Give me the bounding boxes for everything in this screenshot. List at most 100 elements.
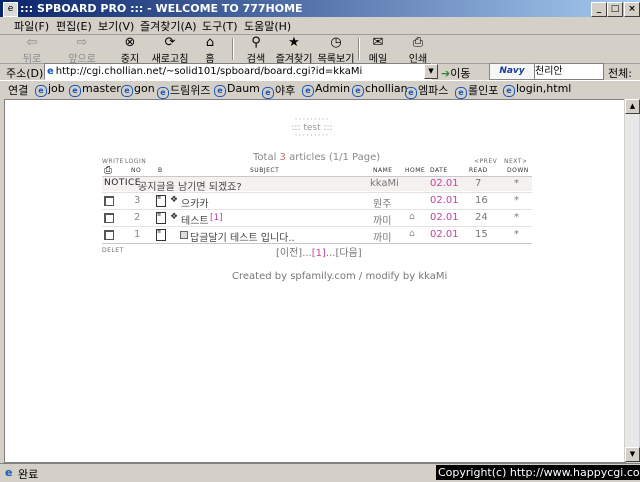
- row-divider: [102, 192, 532, 193]
- pagination: [이전]...[1]...[다음]: [276, 244, 362, 259]
- print-button[interactable]: ⎙ 인쇄: [394, 35, 442, 66]
- ie-page-icon: e: [35, 85, 47, 97]
- post-down: *: [514, 229, 519, 240]
- maximize-button[interactable]: □: [607, 2, 623, 17]
- prev-button[interactable]: <PREV: [474, 158, 497, 165]
- forward-button[interactable]: ⇨ 앞으로: [58, 35, 106, 66]
- homepage-icon[interactable]: ⌂: [409, 212, 415, 222]
- notice-author: kkaMi: [370, 178, 399, 189]
- menu-edit[interactable]: 편집(E): [56, 18, 92, 34]
- reply-icon: [180, 231, 188, 239]
- link-login-html[interactable]: e login,html: [503, 82, 571, 97]
- ie-page-icon: e: [121, 85, 133, 97]
- favorites-button[interactable]: ★ 즐겨찾기: [270, 36, 318, 66]
- post-author: 원주: [373, 199, 392, 210]
- ie-page-icon: e: [214, 85, 226, 97]
- row-select-checkbox[interactable]: [104, 213, 114, 223]
- post-subject-link[interactable]: 으카카: [181, 195, 209, 210]
- link-admin[interactable]: e Admin: [302, 82, 350, 97]
- ie-page-icon: e: [262, 87, 274, 99]
- post-bullet-icon: ❖: [170, 212, 179, 222]
- go-button[interactable]: ➔이동: [441, 65, 470, 81]
- scroll-down-button[interactable]: ▼: [625, 447, 640, 462]
- page-icon: e: [47, 66, 54, 77]
- comment-count: [1]: [210, 213, 223, 223]
- link-gon[interactable]: e gon: [121, 82, 155, 97]
- notice-date: 02.01: [430, 178, 459, 189]
- post-date: 02.01: [430, 212, 459, 223]
- row-divider: [102, 226, 532, 227]
- board-title-block: ········· ::: test ::: ·········: [288, 116, 336, 141]
- stop-icon: ⊗: [124, 35, 136, 50]
- navy-search-scope[interactable]: 전체:: [608, 65, 632, 81]
- col-date: DATE: [430, 167, 448, 174]
- history-button[interactable]: ◷ 목록보기: [312, 36, 360, 66]
- post-down: *: [514, 212, 519, 223]
- post-bullet-icon: ❖: [170, 195, 179, 205]
- ie-page-icon: e: [455, 87, 467, 99]
- ie-page-icon: e: [69, 85, 81, 97]
- minimize-button[interactable]: _: [591, 2, 607, 17]
- menu-favorites[interactable]: 즐겨찾기(A): [140, 18, 197, 34]
- delete-button[interactable]: DELET: [102, 247, 124, 254]
- post-date: 02.01: [430, 229, 459, 240]
- menu-tools[interactable]: 도구(T): [202, 18, 238, 34]
- row-no: 2: [134, 212, 141, 223]
- notice-down: *: [514, 178, 519, 189]
- pager-next-link[interactable]: ...[다음]: [326, 248, 362, 259]
- print-icon[interactable]: ⎙: [104, 165, 112, 176]
- refresh-icon: ⟳: [164, 35, 176, 50]
- window-title: ::: SPBOARD PRO ::: - WELCOME TO 777HOME: [20, 2, 303, 15]
- go-arrow-icon: ➔: [441, 67, 451, 80]
- ie-page-icon: e: [503, 85, 515, 97]
- address-bar: 주소(D) e http://cgi.chollian.net/~solid101…: [0, 63, 640, 80]
- link-chollian[interactable]: e chollian: [352, 82, 408, 97]
- post-author: 까미: [373, 216, 392, 227]
- article-summary: Total 3 articles (1/1 Page): [253, 152, 381, 163]
- link-dreamwiz[interactable]: e 드림위즈: [157, 82, 210, 99]
- link-empas[interactable]: e 엠파스: [405, 82, 448, 99]
- address-label: 주소(D): [6, 67, 44, 80]
- home-button[interactable]: ⌂ 홈: [186, 36, 234, 66]
- address-dropdown-button[interactable]: ▼: [424, 64, 438, 79]
- link-yahoo[interactable]: e 야후: [262, 82, 295, 99]
- close-button[interactable]: ×: [624, 2, 640, 17]
- scroll-up-button[interactable]: ▲: [625, 99, 640, 114]
- ie-page-icon: e: [352, 85, 364, 97]
- printer-icon: ⎙: [412, 35, 424, 50]
- menu-view[interactable]: 보기(V): [98, 18, 134, 34]
- status-page-icon: e: [5, 466, 13, 479]
- post-subject-link[interactable]: 테스트: [181, 212, 209, 227]
- write-button[interactable]: WRITE: [102, 158, 124, 165]
- post-down: *: [514, 195, 519, 206]
- post-read: 24: [475, 212, 488, 223]
- article-count: 3: [279, 152, 286, 163]
- next-button[interactable]: NEXT>: [504, 158, 527, 165]
- pager-current-page[interactable]: [1]: [312, 248, 326, 259]
- homepage-icon[interactable]: ⌂: [409, 229, 415, 239]
- vertical-scrollbar[interactable]: ▲ ▼: [624, 99, 640, 462]
- notice-subject-link[interactable]: 공지글을 남기면 되겠죠?: [138, 178, 242, 193]
- link-job[interactable]: e job: [35, 82, 65, 97]
- arrow-right-icon: ⇨: [76, 35, 88, 50]
- ie-page-icon: e: [302, 85, 314, 97]
- link-daum[interactable]: e Daum: [214, 82, 260, 97]
- copyright-overlay: Copyright(c) http://www.happycgi.com: [436, 465, 640, 480]
- col-name: NAME: [373, 167, 393, 174]
- dots-decoration: ·········: [294, 131, 330, 141]
- row-select-checkbox[interactable]: [104, 230, 114, 240]
- navy-search-input[interactable]: 천리안: [534, 63, 604, 80]
- address-input[interactable]: e http://cgi.chollian.net/~solid101/spboa…: [44, 63, 432, 80]
- mail-icon: ✉: [372, 35, 384, 50]
- pager-prev-link[interactable]: [이전]...: [276, 248, 312, 259]
- back-button[interactable]: ⇦ 뒤로: [8, 36, 56, 66]
- navy-logo: Navy: [489, 63, 535, 80]
- post-read: 15: [475, 229, 488, 240]
- menu-file[interactable]: 파일(F): [14, 18, 49, 34]
- login-button[interactable]: LOGIN: [125, 158, 146, 165]
- link-master[interactable]: e master: [69, 82, 121, 97]
- menu-help[interactable]: 도움말(H): [244, 18, 291, 34]
- row-select-checkbox[interactable]: [104, 196, 114, 206]
- post-subject-link[interactable]: 답글달기 테스트 입니다..: [190, 229, 295, 244]
- link-rollinfo[interactable]: e 롤인포: [455, 82, 498, 99]
